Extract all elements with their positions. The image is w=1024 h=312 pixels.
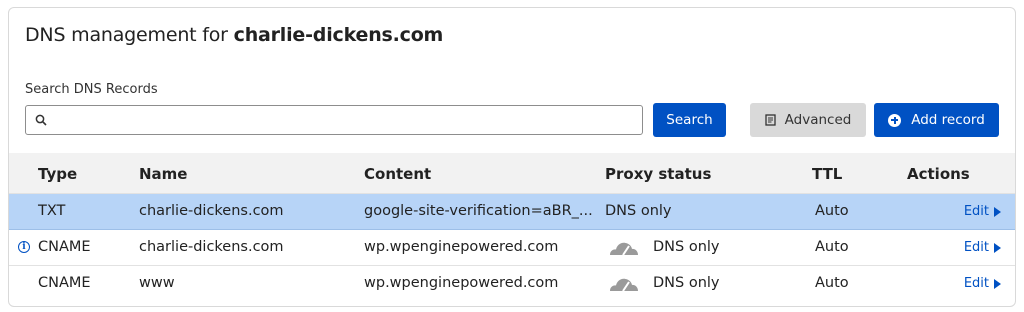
table-row[interactable]: TXT charlie-dickens.com google-site-veri…: [9, 194, 1015, 230]
search-label: Search DNS Records: [25, 82, 158, 97]
edit-link[interactable]: Edit: [964, 276, 1001, 291]
column-header-content: Content: [364, 165, 432, 183]
caret-right-icon: [994, 206, 1001, 217]
table-header: Type Name Content Proxy status TTL Actio…: [9, 153, 1015, 194]
search-input[interactable]: [54, 106, 638, 136]
caret-right-icon: [994, 242, 1001, 253]
cloud-icon: [610, 242, 638, 256]
table-row[interactable]: i CNAME charlie-dickens.com wp.wpenginep…: [9, 230, 1015, 266]
record-ttl: Auto: [815, 203, 849, 219]
record-content: wp.wpenginepowered.com: [364, 239, 559, 255]
page-title: DNS management for charlie-dickens.com: [25, 24, 443, 46]
edit-label: Edit: [963, 240, 989, 255]
search-button-label: Search: [666, 112, 713, 128]
advanced-button[interactable]: Advanced: [750, 103, 866, 137]
column-header-proxy-status: Proxy status: [605, 165, 712, 183]
column-header-type: Type: [38, 165, 78, 183]
edit-link[interactable]: Edit: [964, 204, 1001, 219]
column-header-name: Name: [139, 165, 188, 183]
proxy-status: DNS only: [653, 275, 720, 291]
record-type: CNAME: [38, 239, 91, 255]
info-icon[interactable]: i: [18, 241, 30, 253]
proxy-status: DNS only: [653, 239, 720, 255]
record-name: charlie-dickens.com: [139, 239, 284, 255]
column-header-ttl: TTL: [812, 165, 843, 183]
record-content: wp.wpenginepowered.com: [364, 275, 559, 291]
table-row[interactable]: CNAME www wp.wpenginepowered.com DNS onl…: [9, 266, 1015, 302]
advanced-button-label: Advanced: [784, 112, 852, 128]
record-ttl: Auto: [815, 239, 849, 255]
cloud-icon: [610, 278, 638, 292]
document-icon: [765, 114, 776, 126]
proxy-status: DNS only: [605, 203, 672, 219]
column-header-actions: Actions: [907, 165, 970, 183]
add-record-button-label: Add record: [911, 112, 985, 128]
record-type: TXT: [38, 203, 66, 219]
page-title-domain: charlie-dickens.com: [233, 24, 444, 46]
edit-label: Edit: [963, 204, 989, 219]
search-icon: [35, 114, 47, 126]
record-type: CNAME: [38, 275, 91, 291]
record-name: www: [139, 275, 175, 291]
record-content: google-site-verification=aBR_...: [364, 203, 593, 219]
record-ttl: Auto: [815, 275, 849, 291]
plus-circle-icon: [888, 113, 902, 127]
page-title-prefix: DNS management for: [25, 24, 234, 46]
search-button[interactable]: Search: [653, 103, 726, 137]
caret-right-icon: [994, 278, 1001, 289]
edit-link[interactable]: Edit: [964, 240, 1001, 255]
record-name: charlie-dickens.com: [139, 203, 284, 219]
add-record-button[interactable]: Add record: [874, 103, 999, 137]
search-field[interactable]: [25, 105, 643, 136]
edit-label: Edit: [963, 276, 989, 291]
dns-management-card: DNS management for charlie-dickens.com S…: [8, 7, 1016, 307]
